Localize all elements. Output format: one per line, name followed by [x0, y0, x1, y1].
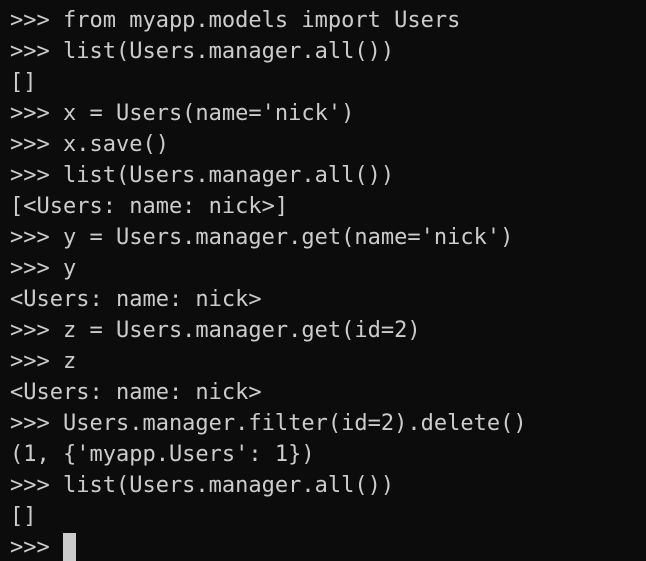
- terminal-line: >>> list(Users.manager.all()): [10, 160, 527, 191]
- terminal-line: <Users: name: nick>: [10, 377, 527, 408]
- terminal-line-text: []: [10, 70, 37, 95]
- terminal-line-text: >>> from myapp.models import Users: [10, 8, 461, 33]
- terminal-line: >>> from myapp.models import Users: [10, 5, 527, 36]
- terminal-line-text: >>> Users.manager.filter(id=2).delete(): [10, 411, 527, 436]
- text-cursor: [62, 533, 76, 561]
- terminal-line-text: >>> list(Users.manager.all()): [10, 473, 395, 498]
- terminal-line-text: >>> y: [10, 256, 77, 281]
- terminal-line-text: [<Users: name: nick>]: [10, 194, 289, 219]
- terminal-line: [<Users: name: nick>]: [10, 191, 527, 222]
- terminal-line-text: []: [10, 504, 37, 529]
- terminal-line: []: [10, 501, 527, 532]
- terminal-line: >>> x.save(): [10, 129, 527, 160]
- terminal-line-text: >>> list(Users.manager.all()): [10, 163, 395, 188]
- terminal-line: >>> Users.manager.filter(id=2).delete(): [10, 408, 527, 439]
- terminal-line-text: <Users: name: nick>: [10, 287, 262, 312]
- terminal-window[interactable]: >>> from myapp.models import Users >>> l…: [0, 0, 646, 561]
- terminal-line: >>> y = Users.manager.get(name='nick'): [10, 222, 527, 253]
- terminal-line: >>> z = Users.manager.get(id=2): [10, 315, 527, 346]
- terminal-line: (1, {'myapp.Users': 1}): [10, 439, 527, 470]
- terminal-prompt: >>>: [10, 535, 63, 560]
- terminal-line-text: <Users: name: nick>: [10, 380, 262, 405]
- terminal-line-text: >>> list(Users.manager.all()): [10, 39, 395, 64]
- terminal-line: []: [10, 67, 527, 98]
- terminal-line-text: >>> x = Users(name='nick'): [10, 101, 355, 126]
- terminal-line: >>> list(Users.manager.all()): [10, 36, 527, 67]
- terminal-input-line[interactable]: >>>: [10, 532, 527, 561]
- terminal-line-text: >>> y = Users.manager.get(name='nick'): [10, 225, 514, 250]
- terminal-output: >>> from myapp.models import Users >>> l…: [10, 5, 527, 561]
- terminal-line: >>> z: [10, 346, 527, 377]
- terminal-line: >>> y: [10, 253, 527, 284]
- terminal-line: >>> x = Users(name='nick'): [10, 98, 527, 129]
- terminal-line-text: >>> z: [10, 349, 77, 374]
- terminal-line-text: (1, {'myapp.Users': 1}): [10, 442, 315, 467]
- terminal-line: >>> list(Users.manager.all()): [10, 470, 527, 501]
- terminal-line-text: >>> x.save(): [10, 132, 169, 157]
- terminal-line: <Users: name: nick>: [10, 284, 527, 315]
- terminal-line-text: >>> z = Users.manager.get(id=2): [10, 318, 421, 343]
